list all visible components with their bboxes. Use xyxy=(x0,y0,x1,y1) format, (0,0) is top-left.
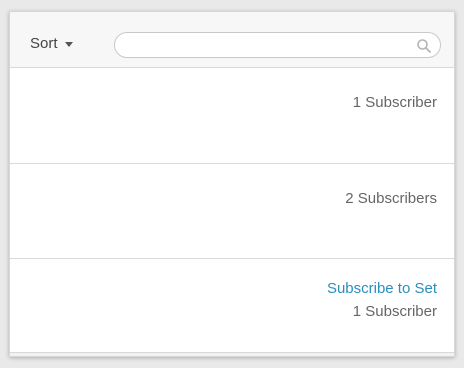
toolbar: Sort xyxy=(10,12,454,68)
subscriber-count: 2 Subscribers xyxy=(345,190,437,207)
list-item: Subscribe to Set 1 Subscriber xyxy=(10,259,454,353)
sort-dropdown[interactable]: Sort xyxy=(30,35,73,52)
subscriber-count: 1 Subscriber xyxy=(352,303,437,320)
sort-label: Sort xyxy=(30,35,58,52)
list-item: 1 Subscriber xyxy=(10,68,454,164)
subscriptions-panel: Sort 1 Subscriber 2 Subscribers Subscrib… xyxy=(9,11,455,357)
chevron-down-icon xyxy=(64,42,73,47)
search-icon[interactable] xyxy=(416,38,432,54)
subscribe-to-set-link[interactable]: Subscribe to Set xyxy=(327,280,437,297)
list-footer xyxy=(10,353,454,356)
list-item: 2 Subscribers xyxy=(10,164,454,259)
search-input[interactable] xyxy=(129,36,413,56)
subscriber-count: 1 Subscriber xyxy=(352,94,437,111)
search-box[interactable] xyxy=(114,32,441,58)
